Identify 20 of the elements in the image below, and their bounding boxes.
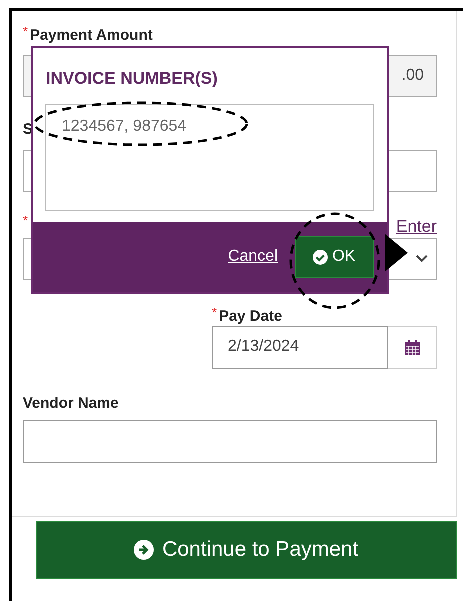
calendar-icon	[404, 338, 420, 356]
field-label: Pay Date	[219, 306, 282, 326]
input-field[interactable]	[23, 420, 437, 462]
required-asterisk: *	[23, 25, 28, 38]
continue-button[interactable]: Continue to Payment	[36, 520, 457, 578]
date-field[interactable]: 2/13/2024	[212, 326, 388, 368]
arrow-circle-icon	[134, 540, 154, 560]
field-label: Payment Amount	[30, 26, 153, 46]
cancel-link[interactable]: Cancel	[228, 245, 278, 269]
calendar-button[interactable]	[388, 326, 437, 368]
chevron-down-icon	[416, 254, 428, 262]
required-asterisk: *	[23, 214, 28, 226]
required-asterisk: *	[212, 306, 218, 318]
popup-title: INVOICE NUMBER(S)	[46, 68, 218, 90]
enter-link[interactable]: Enter	[396, 214, 437, 239]
pointer-arrow-icon	[385, 234, 408, 272]
invoice-textarea[interactable]: 1234567, 987654	[45, 104, 374, 210]
ok-button[interactable]: OK	[295, 236, 374, 278]
check-circle-icon	[313, 250, 328, 264]
field-label: Vendor Name	[23, 394, 119, 414]
